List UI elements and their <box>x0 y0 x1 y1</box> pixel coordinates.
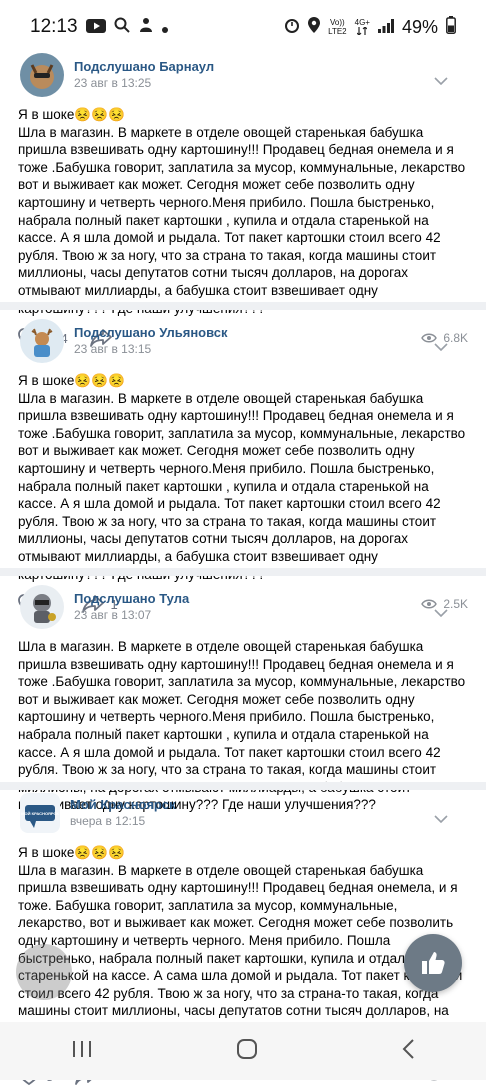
post-date[interactable]: вчера в 12:15 <box>70 813 176 830</box>
battery-level: 49% <box>401 16 438 37</box>
like-fab-button[interactable] <box>404 934 462 992</box>
thumbs-up-icon <box>422 952 445 974</box>
avatar[interactable] <box>20 53 64 97</box>
system-nav-bar <box>0 1022 486 1080</box>
post-header: Подслушано Ульяновск 23 авг в 13:15 <box>18 318 468 364</box>
post-date[interactable]: 23 авг в 13:07 <box>74 607 189 624</box>
post-header: Подслушано Тула 23 авг в 13:07 <box>18 584 468 630</box>
post-tula: Подслушано Тула 23 авг в 13:07 Шла в маг… <box>0 584 486 814</box>
post-text: Я в шоке😣😣😣 Шла в магазин. В маркете в о… <box>18 107 466 316</box>
chevron-down-icon[interactable] <box>434 604 448 620</box>
youtube-icon <box>85 17 106 38</box>
network-indicator-2: 4G+ <box>355 18 370 37</box>
avatar[interactable] <box>20 319 64 363</box>
post-header: МОЙ КРАСНОЯРСК Мой Красноярск вчера в 12… <box>18 790 468 836</box>
author-block: Подслушано Ульяновск 23 авг в 13:15 <box>74 324 228 358</box>
author-name[interactable]: Мой Красноярск <box>70 796 176 813</box>
author-block: Мой Красноярск вчера в 12:15 <box>70 796 176 830</box>
author-name[interactable]: Подслушано Барнаул <box>74 58 214 75</box>
divider <box>0 568 486 576</box>
avatar[interactable]: МОЙ КРАСНОЯРСК <box>20 793 60 833</box>
status-left: 12:13 <box>30 16 168 38</box>
post-date[interactable]: 23 авг в 13:15 <box>74 341 228 358</box>
post-date[interactable]: 23 авг в 13:25 <box>74 75 214 92</box>
author-name[interactable]: Подслушано Тула <box>74 590 189 607</box>
author-block: Подслушано Барнаул 23 авг в 13:25 <box>74 58 214 92</box>
network2-top: 4G+ <box>354 17 370 27</box>
status-time: 12:13 <box>30 16 78 37</box>
recent-apps-icon[interactable] <box>71 1039 93 1064</box>
touch-indicator <box>16 944 72 1000</box>
search-icon <box>114 17 130 38</box>
person-icon <box>138 17 154 38</box>
chevron-down-icon[interactable] <box>434 338 448 354</box>
post-text: Я в шоке😣😣😣 Шла в магазин. В маркете в о… <box>18 373 466 582</box>
avatar[interactable] <box>20 585 64 629</box>
battery-icon <box>446 15 456 39</box>
back-icon[interactable] <box>401 1038 415 1065</box>
network-bottom: LTE2 <box>328 27 347 36</box>
chevron-down-icon[interactable] <box>434 72 448 88</box>
home-icon[interactable] <box>236 1038 258 1065</box>
post-header: Подслушано Барнаул 23 авг в 13:25 <box>18 52 468 98</box>
author-name[interactable]: Подслушано Ульяновск <box>74 324 228 341</box>
network-indicator: Vo)) LTE2 <box>328 18 347 36</box>
status-right: Vo)) LTE2 4G+ 49% <box>284 15 456 39</box>
location-icon <box>308 16 321 38</box>
chevron-down-icon[interactable] <box>434 810 448 826</box>
network-top: Vo)) <box>330 18 345 27</box>
status-bar: 12:13 Vo)) LTE2 4G+ 49% <box>0 0 486 54</box>
avatar-text: МОЙ КРАСНОЯРСК <box>21 810 59 816</box>
alarm-icon <box>284 17 300 38</box>
dot-icon <box>161 17 168 38</box>
divider <box>0 302 486 310</box>
author-block: Подслушано Тула 23 авг в 13:07 <box>74 590 189 624</box>
divider <box>0 782 486 790</box>
signal-icon <box>377 17 394 38</box>
